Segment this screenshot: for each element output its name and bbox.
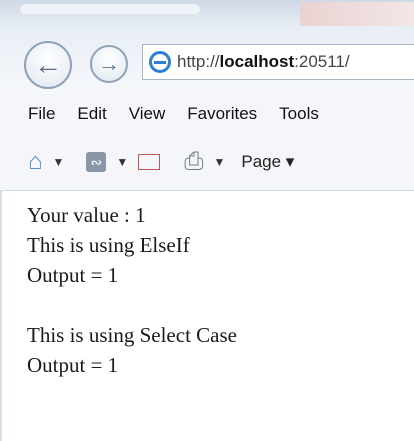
print-dropdown-icon[interactable]: ▼ — [213, 155, 225, 169]
elseif-output-line: Output = 1 — [27, 263, 119, 287]
content-left-border — [0, 190, 2, 441]
back-button[interactable]: ← — [24, 41, 72, 89]
page-menu-button[interactable]: Page ▾ — [241, 152, 294, 172]
menu-tools[interactable]: Tools — [279, 104, 319, 124]
address-host: localhost — [219, 52, 295, 71]
command-bar: ⌂ ▼ ∾ ▼ ⎙ ▼ Page ▾ — [0, 134, 414, 191]
address-url[interactable]: http://localhost:20511/ — [177, 52, 350, 72]
titlebar-tab-strip — [20, 4, 200, 14]
menu-view[interactable]: View — [129, 104, 166, 124]
forward-button[interactable]: → — [90, 45, 128, 83]
page-content: Your value : 1 This is using ElseIf Outp… — [27, 200, 407, 380]
select-case-line: This is using Select Case — [27, 323, 237, 347]
menu-favorites[interactable]: Favorites — [187, 104, 257, 124]
navigation-bar: ← → http://localhost:20511/ — [0, 26, 414, 94]
arrow-right-icon: → — [98, 51, 120, 76]
titlebar-tab[interactable] — [300, 2, 414, 26]
menu-edit[interactable]: Edit — [77, 104, 106, 124]
your-value-line: Your value : 1 — [27, 203, 146, 227]
internet-explorer-icon — [149, 51, 171, 73]
home-icon[interactable]: ⌂ — [28, 148, 43, 176]
arrow-left-icon: ← — [34, 49, 62, 80]
feeds-dropdown-icon[interactable]: ▼ — [116, 155, 128, 169]
window-titlebar — [0, 0, 414, 26]
rss-feed-icon[interactable]: ∾ — [86, 152, 107, 172]
mail-icon[interactable] — [138, 154, 161, 170]
print-icon[interactable]: ⎙ — [184, 148, 203, 176]
menu-file[interactable]: File — [28, 104, 55, 124]
elseif-line: This is using ElseIf — [27, 233, 190, 257]
home-dropdown-icon[interactable]: ▼ — [53, 155, 65, 169]
menu-bar: File Edit View Favorites Tools — [0, 94, 414, 134]
address-bar[interactable]: http://localhost:20511/ — [142, 44, 414, 80]
select-case-output-line: Output = 1 — [27, 353, 119, 377]
